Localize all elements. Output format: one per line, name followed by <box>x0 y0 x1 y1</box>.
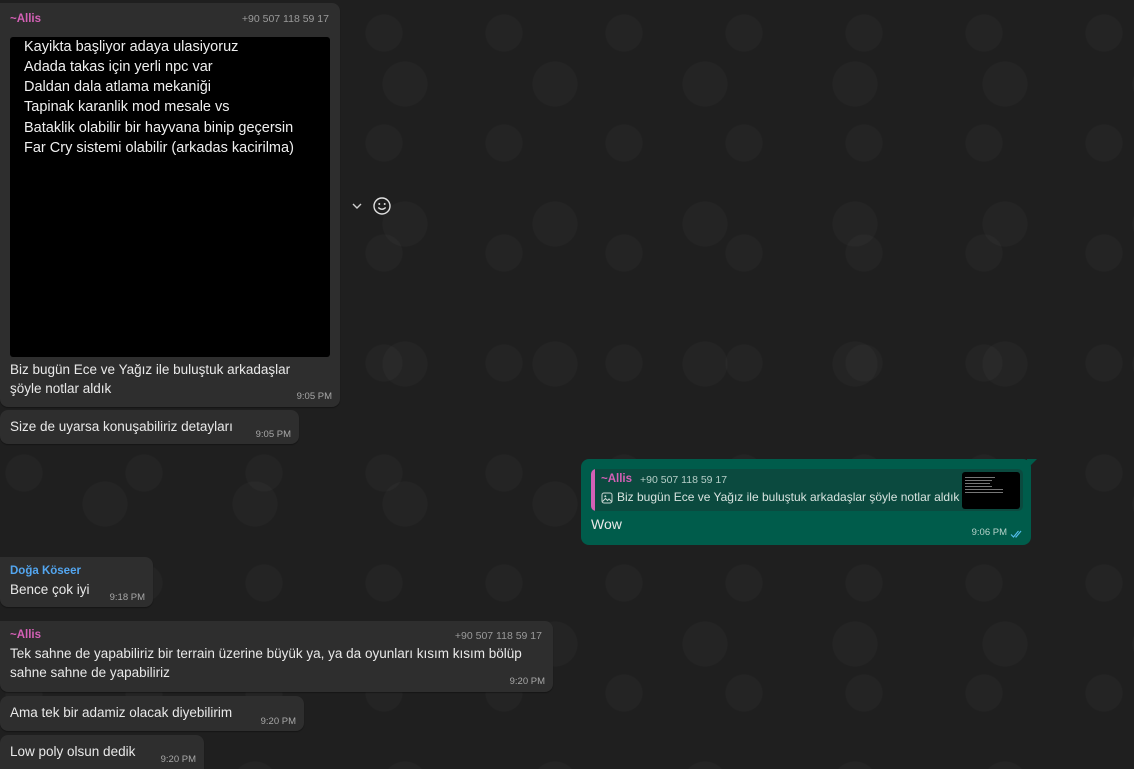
message-text[interactable]: Low poly olsun dedik 9:20 PM <box>0 735 204 769</box>
quoted-message[interactable]: ~Allis +90 507 118 59 17 Biz bugün Ece v… <box>591 469 1023 511</box>
message-outgoing-reply[interactable]: ~Allis +90 507 118 59 17 Biz bugün Ece v… <box>581 459 1031 545</box>
message-time: 9:20 PM <box>160 754 196 765</box>
message-time: 9:20 PM <box>509 676 545 687</box>
image-text-line: Daldan dala atlama mekaniği <box>24 79 211 95</box>
double-check-icon <box>1010 526 1024 538</box>
message-caption: şöyle notlar aldık <box>10 381 112 396</box>
message-actions <box>350 195 392 217</box>
image-text-line: Bataklik olabilir bir hayvana binip geçe… <box>24 120 294 136</box>
message-text[interactable]: Ama tek bir adamiz olacak diyebilirim 9:… <box>0 696 304 731</box>
message-text[interactable]: Size de uyarsa konuşabiliriz detayları 9… <box>0 410 299 444</box>
notes-image[interactable]: Kayikta başliyor adaya ulasiyoruz Adada … <box>10 37 330 357</box>
sender-name[interactable]: ~Allis <box>10 13 41 25</box>
message-body: Size de uyarsa konuşabiliriz detayları <box>10 419 233 434</box>
quote-text: Biz bugün Ece ve Yağız ile buluştuk arka… <box>617 490 960 504</box>
message-text[interactable]: ~Allis +90 507 118 59 17 Tek sahne de ya… <box>0 621 553 692</box>
sender-name[interactable]: Doğa Köseer <box>10 565 81 577</box>
message-time: 9:05 PM <box>255 429 291 440</box>
image-text-line: Tapinak karanlik mod mesale vs <box>24 99 230 115</box>
message-body: Ama tek bir adamiz olacak diyebilirim <box>10 705 233 720</box>
quote-accent-bar <box>591 469 595 511</box>
message-caption: Biz bugün Ece ve Yağız ile buluştuk arka… <box>10 362 291 377</box>
message-image-allis[interactable]: ~Allis +90 507 118 59 17 Kayikta başliyo… <box>0 3 340 407</box>
message-body: Tek sahne de yapabiliriz bir terrain üze… <box>10 646 522 661</box>
image-text-line: Adada takas için yerli npc var <box>24 59 213 75</box>
message-time: 9:20 PM <box>260 716 296 727</box>
message-text[interactable]: Doğa Köseer Bence çok iyi 9:18 PM <box>0 557 153 607</box>
sender-name[interactable]: ~Allis <box>10 629 41 641</box>
chevron-down-icon[interactable] <box>350 199 364 213</box>
sender-phone: +90 507 118 59 17 <box>241 13 329 25</box>
image-text-line: Far Cry sistemi olabilir (arkadas kaciri… <box>24 140 294 156</box>
message-body: Wow <box>591 516 622 532</box>
message-time: 9:18 PM <box>109 592 145 603</box>
sender-phone: +90 507 118 59 17 <box>454 630 542 642</box>
message-body: Bence çok iyi <box>10 582 90 597</box>
quote-sender-name: ~Allis <box>601 473 633 485</box>
message-time: 9:05 PM <box>296 391 332 402</box>
quote-sender-phone: +90 507 118 59 17 <box>640 474 728 486</box>
message-time: 9:06 PM <box>971 527 1007 538</box>
quote-image-thumbnail <box>962 472 1020 509</box>
message-body: sahne sahne de yapabiliriz <box>10 665 170 680</box>
image-text-line: Kayikta başliyor adaya ulasiyoruz <box>24 39 239 55</box>
image-icon <box>601 491 613 504</box>
emoji-icon[interactable] <box>372 196 392 216</box>
message-body: Low poly olsun dedik <box>10 744 136 759</box>
